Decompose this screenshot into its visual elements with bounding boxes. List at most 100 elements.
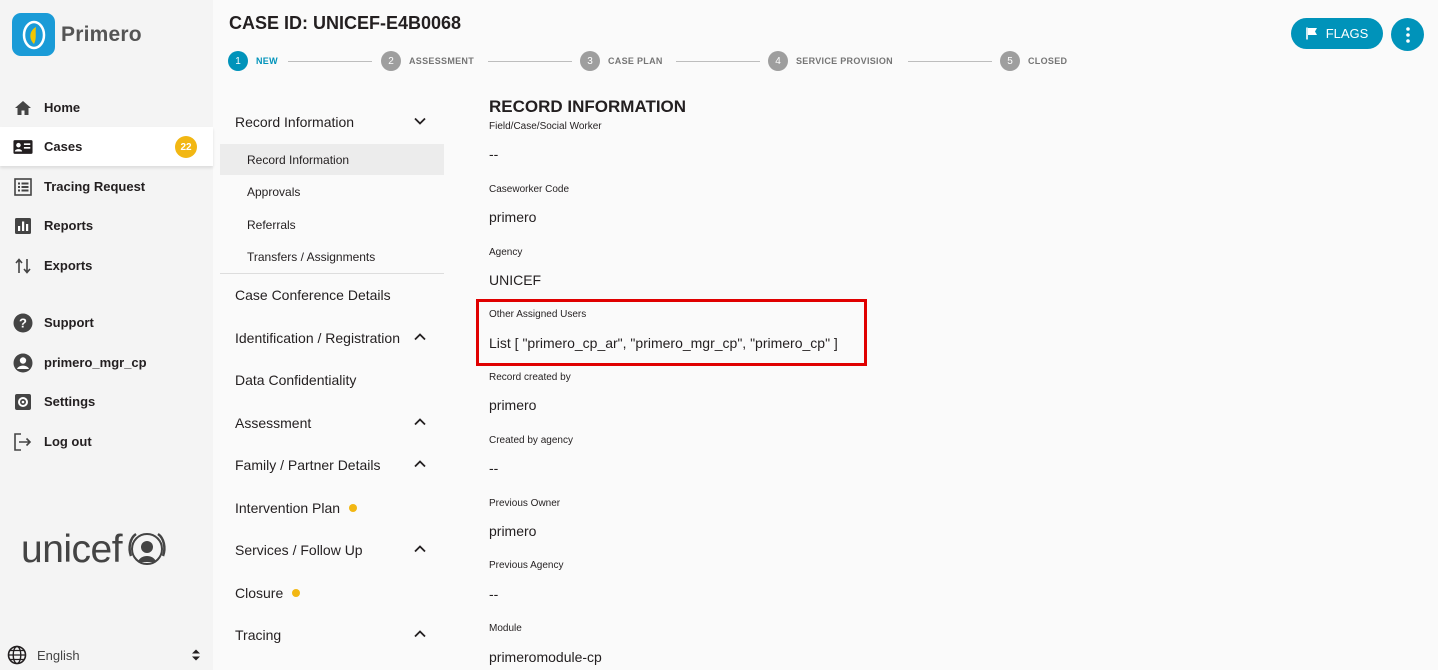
field-label-created-by-agency: Created by agency xyxy=(489,435,573,446)
form-group-tracing[interactable]: Tracing xyxy=(220,615,444,655)
field-value-previous-owner: primero xyxy=(489,523,537,539)
form-group-label: Tracing xyxy=(235,627,282,643)
app-name: Primero xyxy=(61,22,142,46)
step-case-plan: 3 CASE PLAN xyxy=(580,51,663,71)
form-item-record-information[interactable]: Record Information xyxy=(220,144,444,175)
sidebar-item-settings[interactable]: Settings xyxy=(0,382,213,421)
more-vertical-icon xyxy=(1405,26,1410,43)
form-item-approvals[interactable]: Approvals xyxy=(220,176,444,207)
unicef-logo: unicef xyxy=(21,528,168,572)
sidebar-item-exports[interactable]: Exports xyxy=(0,246,213,285)
sidebar-item-home[interactable]: Home xyxy=(0,88,213,127)
chevron-up-icon xyxy=(414,460,426,468)
swap-vertical-icon xyxy=(13,256,33,276)
sidebar-item-account[interactable]: primero_mgr_cp xyxy=(0,343,213,382)
field-value-field-case-social-worker: -- xyxy=(489,146,499,162)
chevron-up-icon xyxy=(414,630,426,638)
form-group-data-confidentiality[interactable]: Data Confidentiality xyxy=(220,360,444,400)
step-label: CLOSED xyxy=(1028,56,1068,66)
sidebar-item-label: Log out xyxy=(44,434,92,449)
form-group-label: Family / Partner Details xyxy=(235,457,381,473)
form-group-case-conference-details[interactable]: Case Conference Details xyxy=(220,275,444,315)
step-label: NEW xyxy=(256,56,278,66)
flag-icon xyxy=(1305,27,1317,40)
sidebar-item-label: Tracing Request xyxy=(44,179,146,194)
bar-chart-icon xyxy=(13,216,33,236)
form-group-label: Data Confidentiality xyxy=(235,372,357,388)
step-label: ASSESSMENT xyxy=(409,56,475,66)
settings-icon xyxy=(13,392,33,412)
form-group-label: Record Information xyxy=(235,114,355,130)
help-icon: ? xyxy=(13,313,33,333)
case-card-icon xyxy=(13,137,33,157)
form-item-label: Record Information xyxy=(247,152,350,167)
field-label-field-case-social-worker: Field/Case/Social Worker xyxy=(489,121,602,132)
form-item-referrals[interactable]: Referrals xyxy=(220,209,444,240)
more-actions-button[interactable] xyxy=(1391,18,1424,51)
form-group-label: Case Conference Details xyxy=(235,287,391,303)
chevron-up-icon xyxy=(414,545,426,553)
field-value-created-by-agency: -- xyxy=(489,460,499,476)
primero-logo[interactable]: Primero xyxy=(12,13,142,56)
primero-logo-icon xyxy=(12,13,55,56)
sidebar-item-label: Support xyxy=(44,315,94,330)
language-value: English xyxy=(37,647,80,663)
section-title: RECORD INFORMATION xyxy=(489,97,687,116)
field-label-module: Module xyxy=(489,623,522,634)
field-label-record-created-by: Record created by xyxy=(489,372,571,383)
account-icon xyxy=(13,353,33,373)
field-value-agency: UNICEF xyxy=(489,272,542,288)
field-label-caseworker-code: Caseworker Code xyxy=(489,184,570,195)
form-group-family-partner-details[interactable]: Family / Partner Details xyxy=(220,445,444,485)
form-item-label: Transfers / Assignments xyxy=(247,249,376,264)
home-icon xyxy=(13,98,33,118)
incomplete-indicator-dot xyxy=(292,589,301,597)
step-connector xyxy=(288,61,372,62)
step-connector xyxy=(488,61,572,62)
step-service-provision: 4 SERVICE PROVISION xyxy=(768,51,893,71)
list-icon xyxy=(13,177,33,197)
sidebar-item-support[interactable]: ? Support xyxy=(0,303,213,342)
unicef-emblem-icon xyxy=(128,532,166,565)
sidebar-item-cases[interactable]: Cases 22 xyxy=(0,127,213,166)
step-connector xyxy=(908,61,992,62)
form-nav-divider xyxy=(220,273,444,274)
sidebar-item-logout[interactable]: Log out xyxy=(0,422,213,461)
select-caret-icon xyxy=(192,649,200,661)
form-group-record-information[interactable]: Record Information xyxy=(220,102,444,142)
step-assessment: 2 ASSESSMENT xyxy=(381,51,474,71)
form-group-identification-registration[interactable]: Identification / Registration xyxy=(220,318,444,358)
cases-count-badge: 22 xyxy=(175,136,197,158)
form-group-services-follow-up[interactable]: Services / Follow Up xyxy=(220,530,444,570)
form-group-label: Identification / Registration xyxy=(235,330,400,346)
step-connector xyxy=(676,61,760,62)
form-group-assessment[interactable]: Assessment xyxy=(220,403,444,443)
sidebar: Primero Home Cases 22 Tracing Request Re… xyxy=(0,0,213,670)
sidebar-item-reports[interactable]: Reports xyxy=(0,206,213,245)
sidebar-item-label: Exports xyxy=(44,258,93,273)
step-closed: 5 CLOSED xyxy=(1000,51,1067,71)
step-number: 1 xyxy=(228,51,248,71)
chevron-down-icon xyxy=(414,117,426,125)
step-label: SERVICE PROVISION xyxy=(796,56,893,66)
sidebar-item-tracing-request[interactable]: Tracing Request xyxy=(0,167,213,206)
field-label-agency: Agency xyxy=(489,247,523,258)
form-group-intervention-plan[interactable]: Intervention Plan xyxy=(220,488,444,528)
globe-icon xyxy=(7,645,27,665)
logout-icon xyxy=(13,432,33,452)
flags-button[interactable]: FLAGS xyxy=(1291,18,1383,49)
step-number: 2 xyxy=(381,51,401,71)
form-group-label: Closure xyxy=(235,585,284,601)
language-select[interactable]: English xyxy=(0,640,213,670)
incomplete-indicator-dot xyxy=(349,504,358,512)
field-value-previous-agency: -- xyxy=(489,586,499,602)
form-item-transfers-assignments[interactable]: Transfers / Assignments xyxy=(220,241,444,272)
form-group-label: Intervention Plan xyxy=(235,500,341,516)
form-group-closure[interactable]: Closure xyxy=(220,573,444,613)
field-label-previous-agency: Previous Agency xyxy=(489,560,564,571)
chevron-up-icon xyxy=(414,418,426,426)
step-number: 5 xyxy=(1000,51,1020,71)
sidebar-item-label: primero_mgr_cp xyxy=(44,355,147,370)
form-group-label: Assessment xyxy=(235,415,312,431)
flags-button-label: FLAGS xyxy=(1325,26,1369,41)
